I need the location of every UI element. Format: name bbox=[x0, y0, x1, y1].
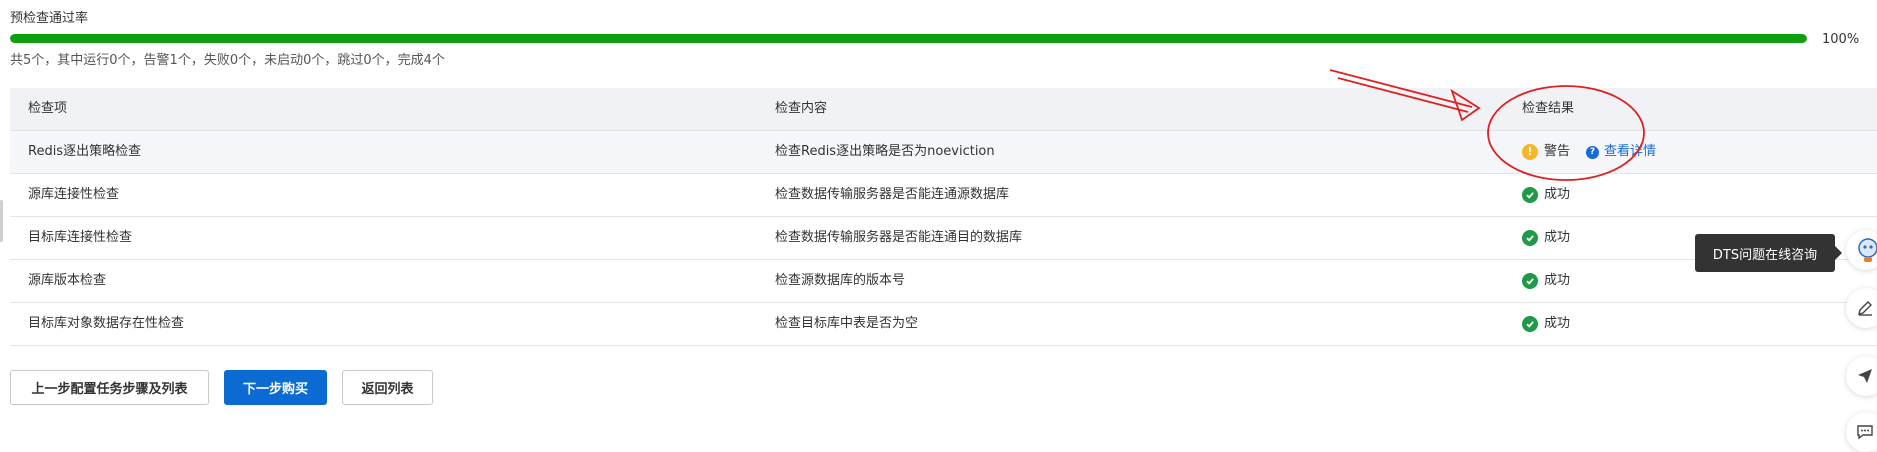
check-result: ! 警告 ? 查看详情 bbox=[1522, 131, 1656, 173]
precheck-pass-rate-title: 预检查通过率 bbox=[10, 11, 89, 26]
dts-online-consult-tooltip: DTS问题在线咨询 bbox=[1695, 234, 1842, 272]
check-item: 目标库连接性检查 bbox=[28, 230, 133, 245]
precheck-progress-fill bbox=[10, 34, 1807, 43]
result-text: 警告 bbox=[1544, 144, 1571, 159]
warning-icon: ! bbox=[1522, 144, 1538, 160]
back-to-list-button[interactable]: 返回列表 bbox=[342, 370, 433, 405]
check-circle-icon bbox=[1522, 187, 1538, 203]
help-icon[interactable]: ? bbox=[1586, 145, 1600, 159]
check-content: 检查数据传输服务器是否能连通目的数据库 bbox=[775, 230, 1023, 245]
table-row: Redis逐出策略检查 检查Redis逐出策略是否为noeviction ! 警… bbox=[10, 131, 1877, 174]
precheck-summary: 共5个，其中运行0个，告警1个，失败0个，未启动0个，跳过0个，完成4个 bbox=[10, 53, 445, 68]
check-content: 检查源数据库的版本号 bbox=[775, 273, 906, 288]
result-text: 成功 bbox=[1544, 273, 1571, 288]
precheck-table: 检查项 检查内容 检查结果 Redis逐出策略检查 检查Redis逐出策略是否为… bbox=[10, 88, 1877, 346]
table-row: 目标库对象数据存在性检查 检查目标库中表是否为空 成功 bbox=[10, 303, 1877, 346]
header-check-item: 检查项 bbox=[28, 101, 68, 116]
next-step-buy-button[interactable]: 下一步购买 bbox=[224, 370, 327, 405]
chat-icon[interactable] bbox=[1846, 412, 1877, 452]
check-item: Redis逐出策略检查 bbox=[28, 144, 142, 159]
check-result: 成功 bbox=[1522, 217, 1570, 259]
check-item: 源库版本检查 bbox=[28, 273, 107, 288]
check-result: 成功 bbox=[1522, 260, 1570, 302]
view-details-link[interactable]: 查看详情 bbox=[1604, 131, 1656, 173]
check-item: 目标库对象数据存在性检查 bbox=[28, 316, 185, 331]
table-row: 目标库连接性检查 检查数据传输服务器是否能连通目的数据库 成功 bbox=[10, 217, 1877, 260]
precheck-progress-bar bbox=[10, 34, 1807, 43]
result-text: 成功 bbox=[1544, 316, 1571, 331]
check-result: 成功 bbox=[1522, 303, 1570, 345]
table-row: 源库版本检查 检查源数据库的版本号 成功 bbox=[10, 260, 1877, 303]
check-content: 检查目标库中表是否为空 bbox=[775, 316, 919, 331]
check-circle-icon bbox=[1522, 273, 1538, 289]
check-content: 检查Redis逐出策略是否为noeviction bbox=[775, 144, 995, 159]
check-circle-icon bbox=[1522, 316, 1538, 332]
check-item: 源库连接性检查 bbox=[28, 187, 120, 202]
left-edge-handle[interactable] bbox=[0, 200, 3, 242]
result-text: 成功 bbox=[1544, 230, 1571, 245]
feedback-plane-icon[interactable] bbox=[1846, 356, 1877, 396]
check-result: 成功 bbox=[1522, 174, 1570, 216]
table-header: 检查项 检查内容 检查结果 bbox=[10, 88, 1877, 131]
prev-step-button[interactable]: 上一步配置任务步骤及列表 bbox=[10, 370, 209, 405]
check-content: 检查数据传输服务器是否能连通源数据库 bbox=[775, 187, 1010, 202]
result-text: 成功 bbox=[1544, 187, 1571, 202]
table-row: 源库连接性检查 检查数据传输服务器是否能连通源数据库 成功 bbox=[10, 174, 1877, 217]
header-check-content: 检查内容 bbox=[775, 101, 828, 116]
check-circle-icon bbox=[1522, 230, 1538, 246]
header-check-result: 检查结果 bbox=[1522, 101, 1575, 116]
progress-percent: 100% bbox=[1822, 32, 1860, 47]
